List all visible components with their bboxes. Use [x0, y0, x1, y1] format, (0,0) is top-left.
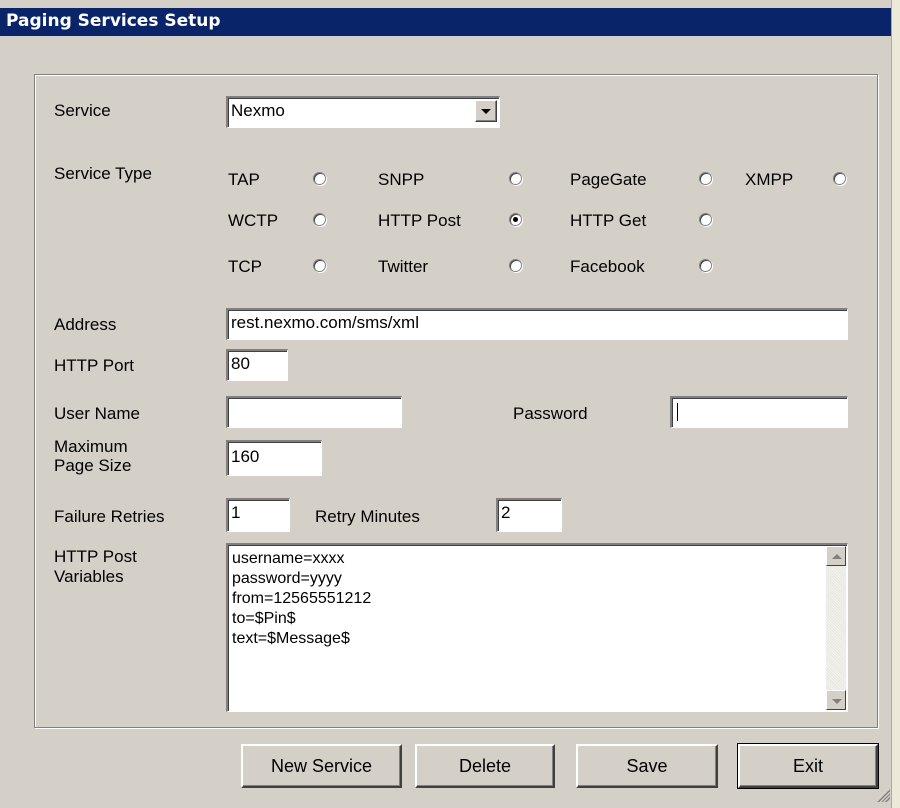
http-port-label: HTTP Port — [54, 356, 134, 375]
service-type-facebook-label: Facebook — [570, 257, 645, 276]
service-label: Service — [54, 101, 111, 120]
scroll-down-button[interactable] — [826, 690, 846, 710]
max-page-size-input[interactable]: 160 — [226, 440, 322, 476]
service-type-wctp-radio[interactable] — [313, 213, 326, 226]
http-post-variables-textarea[interactable]: username=xxxx password=yyyy from=1256555… — [226, 543, 848, 712]
service-type-wctp-label: WCTP — [228, 211, 279, 230]
save-button[interactable]: Save — [576, 744, 718, 788]
service-type-tap-label: TAP — [228, 170, 260, 189]
service-type-xmpp-radio[interactable] — [833, 172, 846, 185]
resize-grip-icon[interactable] — [874, 786, 890, 802]
service-type-tcp-radio[interactable] — [313, 259, 326, 272]
post-variable-line: username=xxxx — [232, 550, 345, 567]
http-port-input[interactable]: 80 — [226, 349, 288, 381]
service-type-pagegate-label: PageGate — [570, 170, 647, 189]
service-type-xmpp-label: XMPP — [745, 170, 794, 189]
retry-minutes-input[interactable]: 2 — [496, 498, 562, 532]
service-type-http-post-radio[interactable] — [509, 213, 522, 226]
service-type-facebook-radio[interactable] — [699, 259, 712, 272]
text-caret — [677, 402, 678, 421]
post-variable-line: password=yyyy — [232, 570, 342, 587]
service-dropdown[interactable]: Nexmo — [226, 96, 500, 128]
post-variable-line: text=$Message$ — [232, 630, 350, 647]
password-input[interactable] — [670, 396, 848, 428]
service-dropdown-value: Nexmo — [231, 101, 285, 120]
post-variables-lines: username=xxxx password=yyyy from=1256555… — [232, 549, 371, 649]
service-type-snpp-label: SNPP — [378, 170, 425, 189]
dropdown-arrow-button[interactable] — [475, 100, 497, 122]
service-type-http-get-radio[interactable] — [699, 213, 712, 226]
service-type-snpp-radio[interactable] — [509, 172, 522, 185]
post-variable-line: to=$Pin$ — [232, 610, 296, 627]
exit-button[interactable]: Exit — [737, 743, 879, 789]
title-bar: Paging Services Setup — [0, 0, 900, 36]
chevron-down-icon — [481, 109, 491, 114]
new-service-button[interactable]: New Service — [241, 744, 402, 788]
service-type-http-post-label: HTTP Post — [378, 211, 461, 230]
password-label: Password — [513, 404, 588, 423]
arrow-down-icon — [832, 699, 842, 704]
service-type-http-get-label: HTTP Get — [570, 211, 647, 230]
retry-minutes-label: Retry Minutes — [315, 507, 420, 526]
service-type-tap-radio[interactable] — [313, 172, 326, 185]
service-type-label: Service Type — [54, 164, 152, 183]
delete-button[interactable]: Delete — [415, 744, 555, 788]
max-page-size-label: Maximum Page Size — [54, 437, 132, 475]
scroll-up-button[interactable] — [826, 546, 846, 566]
window-right-edge — [891, 0, 900, 808]
service-type-twitter-radio[interactable] — [509, 259, 522, 272]
http-post-variables-label: HTTP Post Variables — [54, 547, 137, 586]
vertical-scrollbar[interactable] — [826, 546, 846, 710]
user-name-input[interactable] — [226, 396, 402, 428]
post-variable-line: from=12565551212 — [232, 590, 372, 607]
failure-retries-input[interactable]: 1 — [226, 498, 290, 532]
service-type-pagegate-radio[interactable] — [699, 172, 712, 185]
service-type-twitter-label: Twitter — [378, 257, 429, 276]
user-name-label: User Name — [54, 404, 140, 423]
address-label: Address — [54, 315, 117, 334]
arrow-up-icon — [832, 554, 842, 559]
address-input[interactable]: rest.nexmo.com/sms/xml — [226, 308, 848, 340]
failure-retries-label: Failure Retries — [54, 507, 165, 526]
service-type-tcp-label: TCP — [228, 257, 262, 276]
window-title: Paging Services Setup — [6, 11, 221, 31]
